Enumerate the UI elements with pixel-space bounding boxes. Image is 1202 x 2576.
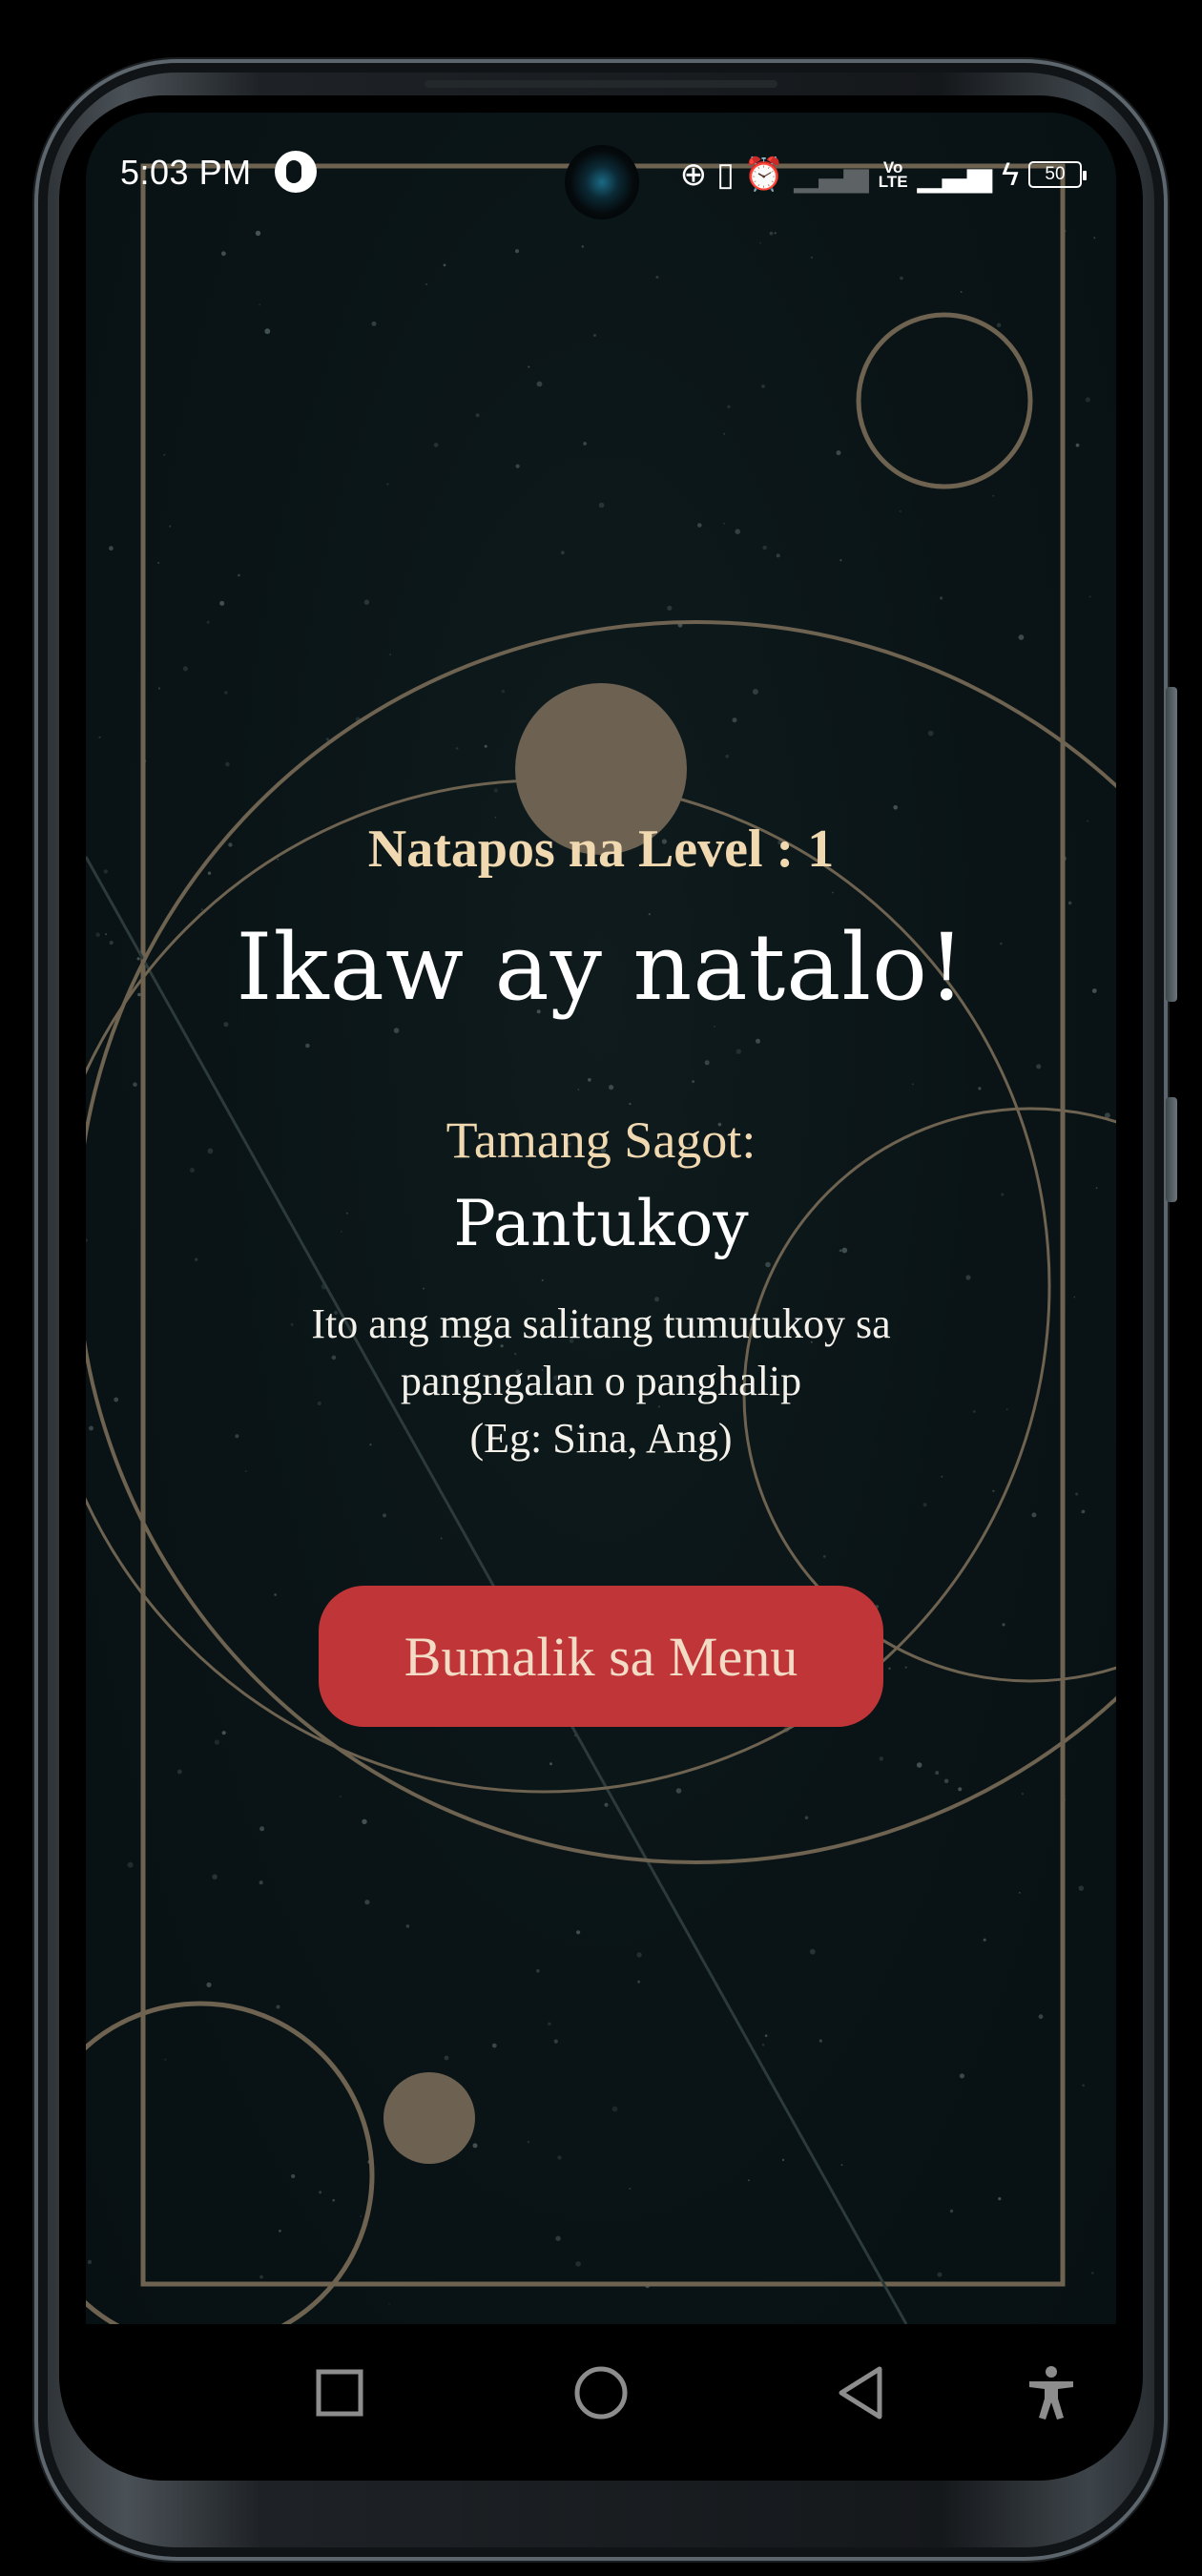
app-screen: 5:03 PM ⊕ ▯ ⏰ ▁▃▅ Vo LTE ▁▃▅ ϟ 50 Natapos… <box>86 113 1116 2324</box>
back-to-menu-button[interactable]: Bumalik sa Menu <box>319 1586 883 1727</box>
earpiece-speaker <box>425 80 777 88</box>
back-icon <box>839 2366 882 2420</box>
recents-icon <box>316 2369 363 2417</box>
volume-button <box>1166 687 1177 1002</box>
correct-answer-word: Pantukoy <box>453 1187 749 1260</box>
correct-answer-label: Tamang Sagot: <box>446 1111 756 1169</box>
answer-description-line: pangngalan o panghalip <box>400 1358 802 1404</box>
home-icon <box>574 2366 628 2420</box>
result-screen: Natapos na Level : 1 Ikaw ay natalo! Tam… <box>86 113 1116 2324</box>
home-button[interactable] <box>567 2358 635 2427</box>
power-button <box>1166 1097 1177 1202</box>
back-button[interactable] <box>826 2358 895 2427</box>
result-title: Ikaw ay natalo! <box>236 914 966 1021</box>
answer-description-line: Ito ang mga salitang tumutukoy sa <box>311 1300 891 1347</box>
system-navigation-bar <box>86 2324 1116 2462</box>
recents-button[interactable] <box>305 2358 374 2427</box>
completed-level-text: Natapos na Level : 1 <box>367 820 835 879</box>
accessibility-button[interactable] <box>1017 2358 1086 2427</box>
accessibility-icon <box>1029 2366 1073 2420</box>
device-screenshot: 5:03 PM ⊕ ▯ ⏰ ▁▃▅ Vo LTE ▁▃▅ ϟ 50 Natapos… <box>0 0 1202 2576</box>
answer-description: Ito ang mga salitang tumutukoy sa pangng… <box>219 1296 983 1467</box>
answer-description-line: (Eg: Sina, Ang) <box>469 1415 733 1462</box>
